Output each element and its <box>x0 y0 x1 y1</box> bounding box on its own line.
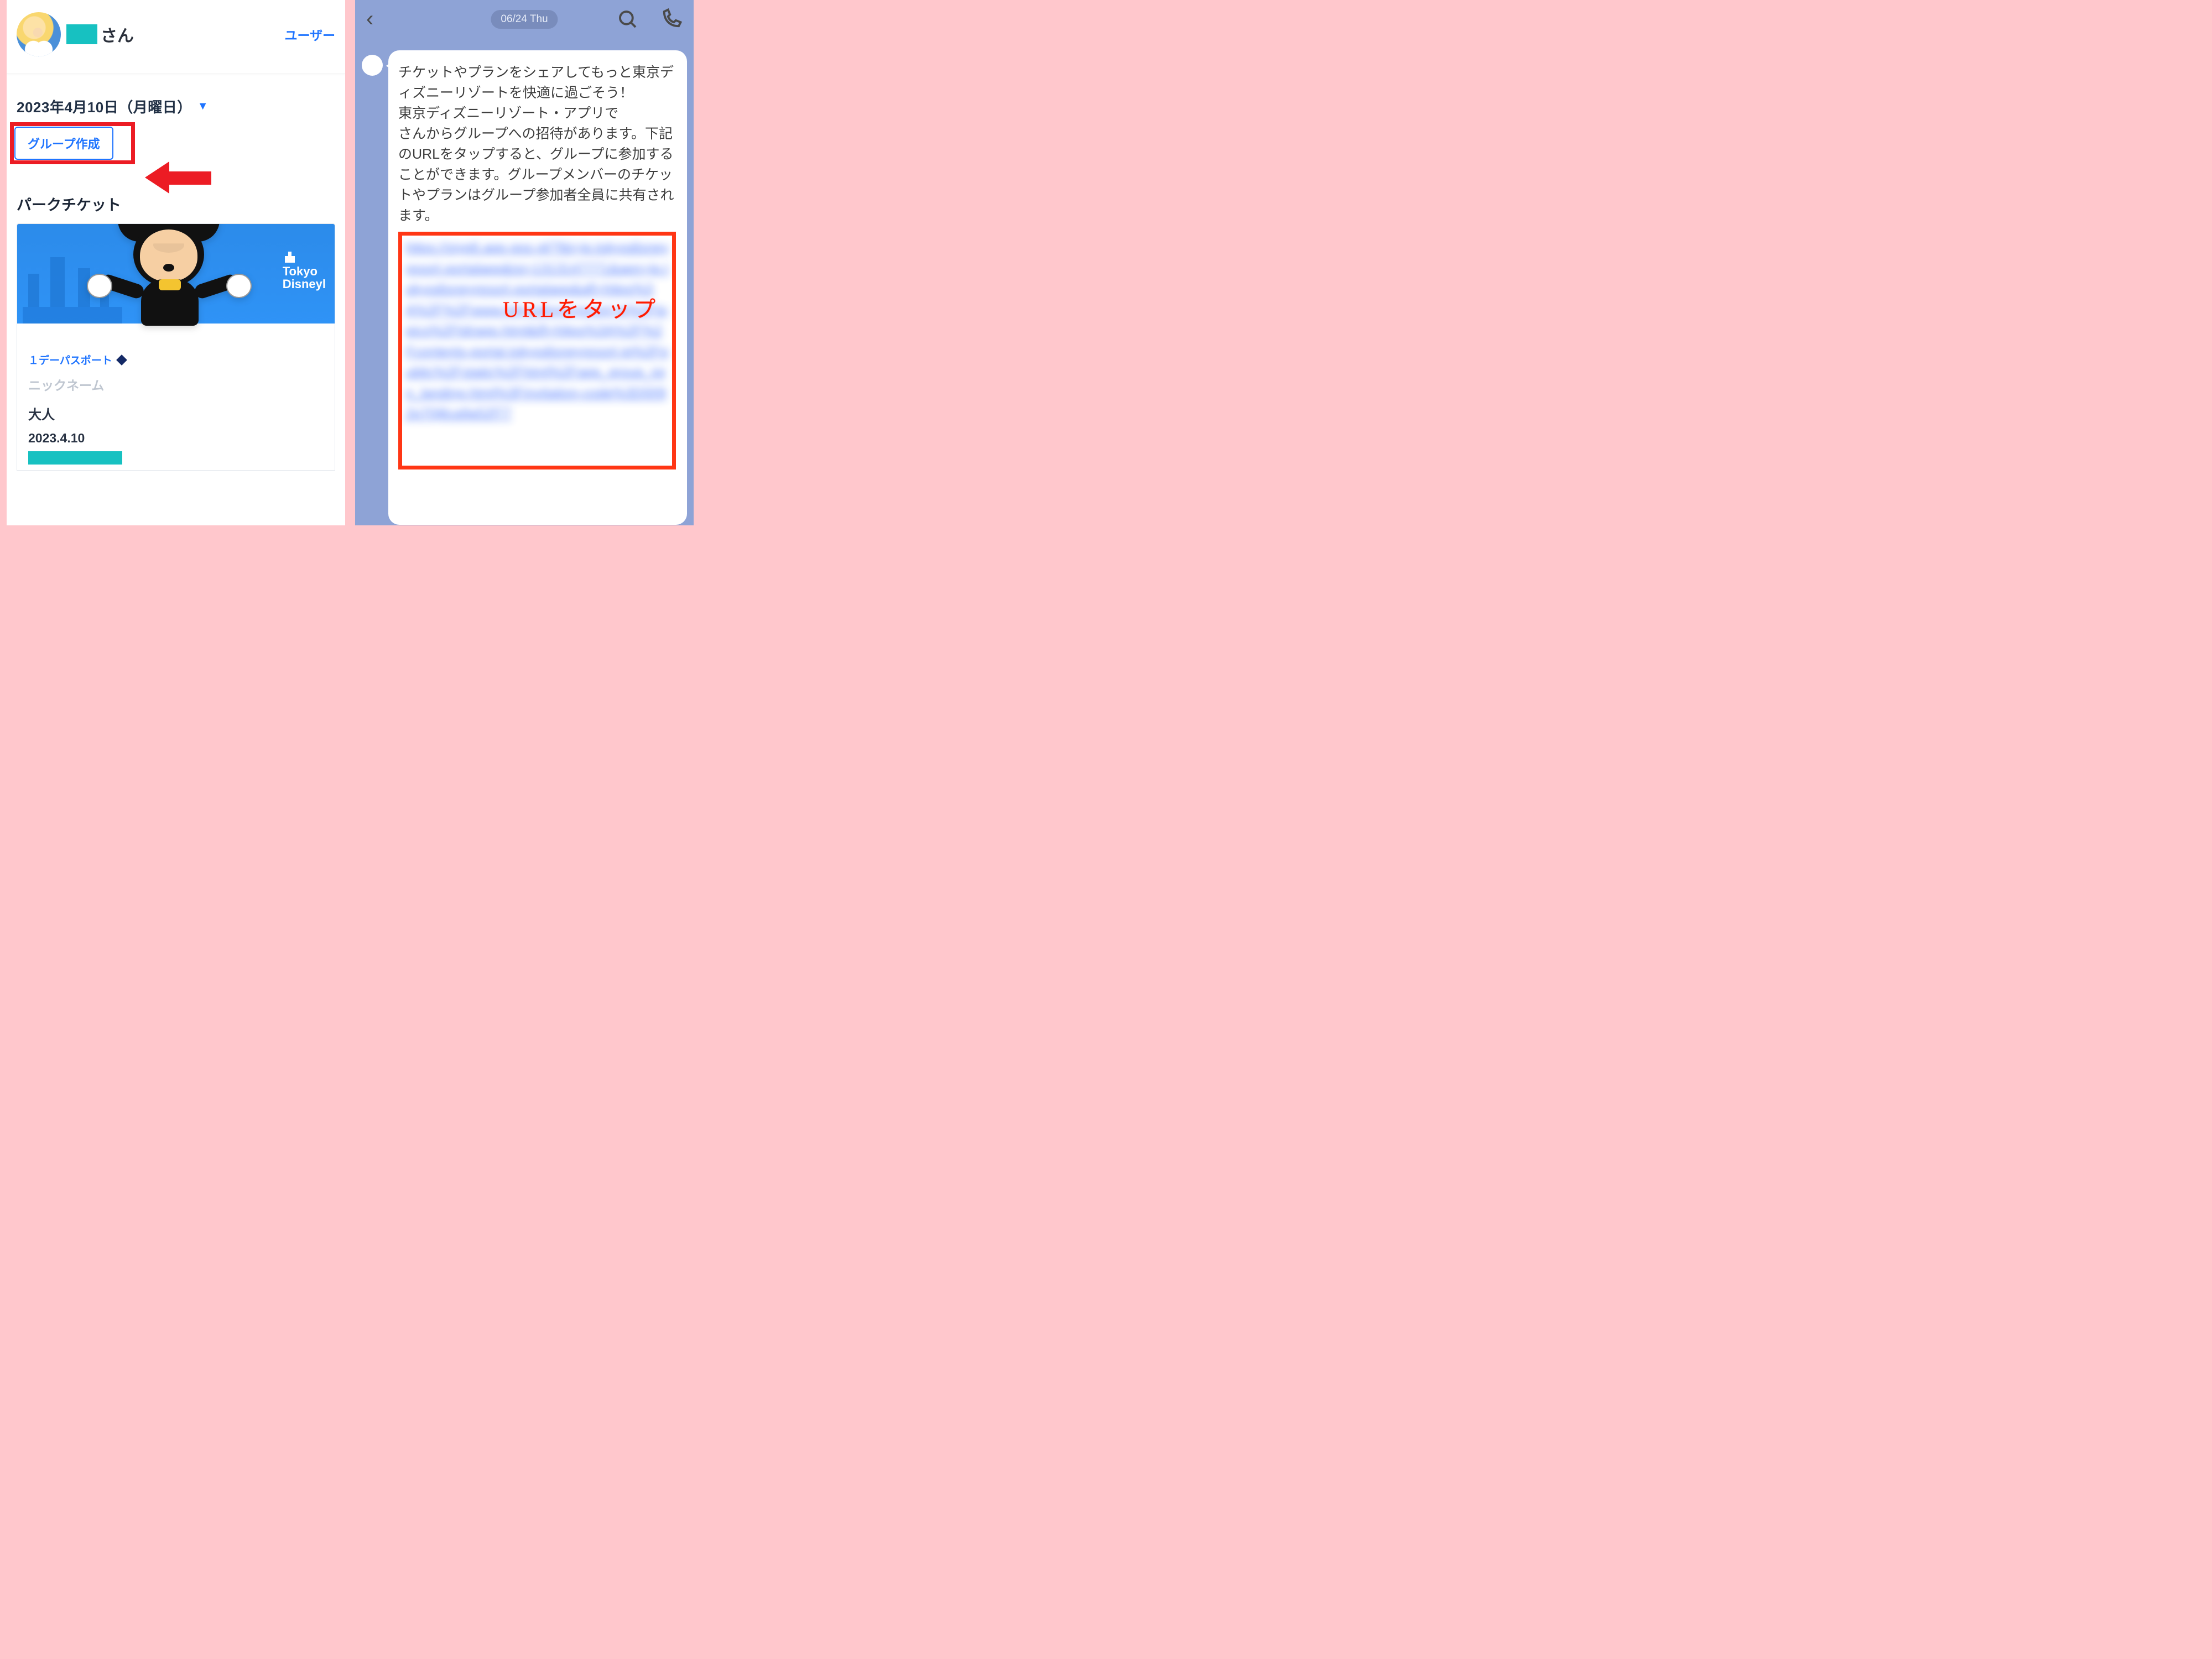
avatar[interactable] <box>17 12 61 56</box>
date-selector[interactable]: 2023年4月10日（月曜日） ▼ <box>7 96 345 117</box>
chat-date-badge: 06/24 Thu <box>491 10 558 29</box>
chat-bubble[interactable]: チケットやプランをシェアしてもっと東京ディズニーリゾートを快適に過ごそう！ 東京… <box>388 50 687 525</box>
ticket-banner: TokyoDisneyl <box>17 224 335 324</box>
back-icon[interactable]: ‹ <box>366 7 373 32</box>
search-icon[interactable] <box>616 8 639 31</box>
id-mask <box>28 451 122 465</box>
ticket-date: 2023.4.10 <box>28 431 324 446</box>
create-group-button[interactable]: グループ作成 <box>14 127 113 160</box>
message-text: チケットやプランをシェアしてもっと東京ディズニーリゾートを快適に過ごそう！ 東京… <box>398 62 676 226</box>
brand-logo: TokyoDisneyl <box>283 246 326 290</box>
annotation-arrow <box>145 161 211 194</box>
annotation-label: URLをタップ <box>503 293 659 326</box>
passport-type: １デーパスポート <box>28 352 112 367</box>
profile-header: さん ユーザー <box>7 0 345 74</box>
sender-avatar[interactable] <box>362 55 383 76</box>
username-mask <box>66 24 97 44</box>
chevron-down-icon: ▼ <box>197 100 209 113</box>
diamond-icon <box>116 354 127 366</box>
invite-url-link[interactable]: https://siyp6.app.goo.gl/?ibi=jp.tokyodi… <box>405 238 669 425</box>
park-ticket-card[interactable]: TokyoDisneyl １デーパスポート ニックネーム 大人 2023.4.1… <box>17 223 335 471</box>
age-category: 大人 <box>28 404 324 423</box>
annotation-url-highlight: https://siyp6.app.goo.gl/?ibi=jp.tokyodi… <box>398 232 676 469</box>
selected-date: 2023年4月10日（月曜日） <box>17 96 192 117</box>
mickey-illustration <box>106 223 233 340</box>
nickname-label: ニックネーム <box>28 375 324 394</box>
username-suffix: さん <box>101 22 134 46</box>
user-settings-link[interactable]: ユーザー <box>284 25 335 44</box>
disney-app-screen: さん ユーザー 2023年4月10日（月曜日） ▼ グループ作成 パークチケット… <box>7 0 345 525</box>
line-chat-screen: ‹ 06/24 Thu チケットやプランをシェアしてもっと東京ディズニーリゾート… <box>355 0 694 525</box>
phone-icon[interactable] <box>659 8 683 31</box>
